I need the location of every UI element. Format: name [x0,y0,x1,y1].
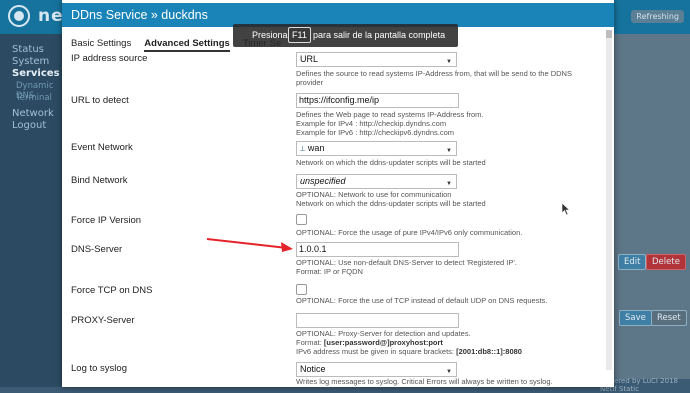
background-main: Edit Delete Save Reset [614,34,690,379]
proxy-format-value: [user:password@]proxyhost:port [323,338,443,347]
event-network-label: Event Network [71,142,133,153]
edit-button[interactable]: Edit [618,254,647,270]
nav-logout[interactable]: Logout [12,120,46,131]
force-tcp-label: Force TCP on DNS [71,285,153,296]
bind-network-value: unspecified [300,176,346,186]
ip-source-desc-1: Defines the source to read systems IP-Ad… [296,69,572,78]
ip-source-select[interactable]: URL ▼ [296,52,457,67]
mouse-cursor-icon [561,202,571,216]
scrollbar-thumb[interactable] [606,30,612,38]
delete-button[interactable]: Delete [646,254,686,270]
force-ip-desc-1: OPTIONAL: Force the usage of pure IPv4/I… [296,228,523,237]
url-detect-input[interactable]: https://ifconfig.me/ip [296,93,459,108]
url-detect-label: URL to detect [71,95,129,106]
caret-down-icon: ▼ [446,59,452,65]
ddns-service-modal: DDns Service » duckdns Basic Settings Ad… [62,0,614,387]
url-detect-desc-3: Example for IPv6 : http://checkipv6.dynd… [296,128,454,137]
caret-down-icon: ▼ [446,148,452,154]
toast-prefix: Presiona [252,30,288,40]
proxy-input[interactable] [296,313,459,328]
nav-terminal[interactable]: Terminal [16,93,52,103]
log-syslog-select[interactable]: Notice ▼ [296,362,457,377]
red-arrow-annotation [206,238,293,252]
log-syslog-desc-1: Writes log messages to syslog. Critical … [296,377,553,386]
modal-title: DDns Service » duckdns [71,8,208,22]
bind-network-label: Bind Network [71,175,128,186]
nav-system[interactable]: System [12,56,49,67]
network-icon: ⟂ [300,144,306,153]
nav-status[interactable]: Status [12,44,44,55]
logo-icon [8,5,30,27]
force-ip-checkbox[interactable] [296,214,307,225]
bind-network-desc-2: Network on which the ddns-updater script… [296,199,486,208]
force-tcp-checkbox[interactable] [296,284,307,295]
toast-suffix: para salir de la pantalla completa [313,30,446,40]
event-network-desc-1: Network on which the ddns-updater script… [296,158,486,167]
reset-button[interactable]: Reset [651,310,687,326]
fullscreen-exit-toast: Presiona F11 para salir de la pantalla c… [233,24,458,47]
tab-basic-settings[interactable]: Basic Settings [71,38,131,49]
background-sidebar: Status System Services Dynamic DNS Termi… [0,34,65,387]
nav-services[interactable]: Services [12,68,60,79]
dns-server-input[interactable]: 1.0.0.1 [296,242,459,257]
ip-source-label: IP address source [71,53,148,64]
proxy-ipv6-value: [2001:db8::1]:8080 [456,347,522,356]
ip-source-value: URL [300,54,319,64]
proxy-label: PROXY-Server [71,315,135,326]
save-button[interactable]: Save [619,310,652,326]
event-network-select[interactable]: ⟂ wan ▼ [296,141,457,156]
force-tcp-desc-1: OPTIONAL: Force the use of TCP instead o… [296,296,548,305]
ip-source-desc-2: provider [296,78,324,87]
force-ip-label: Force IP Version [71,215,142,226]
proxy-format-prefix: Format: [296,338,324,347]
tab-advanced-settings[interactable]: Advanced Settings [144,38,230,52]
toast-key: F11 [288,27,311,43]
dns-server-desc-2: Format: IP or FQDN [296,267,363,276]
bind-network-select[interactable]: unspecified ▼ [296,174,457,189]
dns-server-label: DNS-Server [71,244,123,255]
modal-scrollbar[interactable] [606,30,612,370]
nav-network[interactable]: Network [12,108,54,119]
log-syslog-value: Notice [300,364,326,374]
refreshing-badge[interactable]: Refreshing [631,10,684,23]
proxy-desc-3: IPv6 address must be given in square bra… [296,347,522,357]
event-network-value: wan [307,143,325,153]
proxy-ipv6-prefix: IPv6 address must be given in square bra… [296,347,457,356]
log-syslog-label: Log to syslog [71,363,127,374]
